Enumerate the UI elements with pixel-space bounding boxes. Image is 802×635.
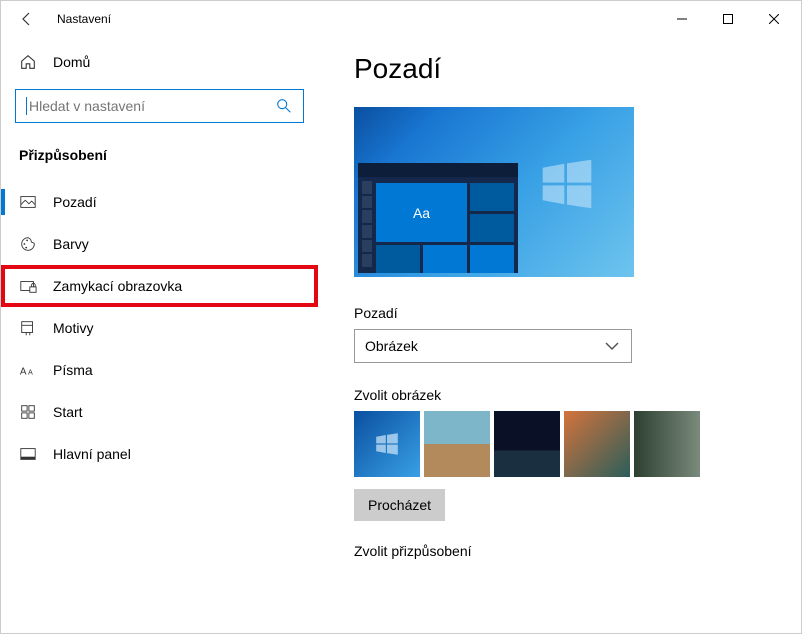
nav-motivy[interactable]: Motivy	[1, 307, 318, 349]
sample-text-tile: Aa	[376, 183, 467, 242]
lock-screen-icon	[19, 277, 37, 295]
choose-picture-label: Zvolit obrázek	[354, 387, 777, 403]
titlebar: Nastavení	[1, 1, 801, 37]
thumbnail-2[interactable]	[424, 411, 490, 477]
nav-pisma[interactable]: AA Písma	[1, 349, 318, 391]
home-label: Domů	[53, 54, 90, 70]
dropdown-value: Obrázek	[365, 338, 418, 354]
chevron-down-icon	[603, 337, 621, 355]
page-title: Pozadí	[354, 53, 777, 85]
close-button[interactable]	[751, 3, 797, 35]
section-heading: Přizpůsobení	[1, 141, 318, 181]
picture-icon	[19, 193, 37, 211]
thumbnail-3[interactable]	[494, 411, 560, 477]
thumbnail-1[interactable]	[354, 411, 420, 477]
svg-text:A: A	[28, 368, 33, 377]
svg-text:A: A	[20, 367, 27, 378]
choose-fit-label: Zvolit přizpůsobení	[354, 543, 777, 559]
content-pane: Pozadí Aa Pozadí Obrázek	[318, 37, 801, 635]
maximize-button[interactable]	[705, 3, 751, 35]
home-icon	[19, 53, 37, 71]
nav-label: Motivy	[53, 320, 93, 336]
nav-label: Zamykací obrazovka	[53, 278, 182, 294]
background-type-dropdown[interactable]: Obrázek	[354, 329, 632, 363]
search-input[interactable]	[15, 89, 304, 123]
sidebar: Domů Přizpůsobení Pozadí Barvy Zamykací …	[1, 37, 318, 635]
minimize-button[interactable]	[659, 3, 705, 35]
nav-label: Hlavní panel	[53, 446, 131, 462]
thumbnail-5[interactable]	[634, 411, 700, 477]
start-icon	[19, 403, 37, 421]
thumbnail-4[interactable]	[564, 411, 630, 477]
search-icon	[275, 97, 293, 115]
nav-barvy[interactable]: Barvy	[1, 223, 318, 265]
home-nav[interactable]: Domů	[1, 43, 318, 81]
nav-label: Písma	[53, 362, 93, 378]
nav-pozadi[interactable]: Pozadí	[1, 181, 318, 223]
nav-zamykaci-obrazovka[interactable]: Zamykací obrazovka	[1, 265, 318, 307]
windows-logo-icon	[540, 157, 594, 211]
nav-label: Barvy	[53, 236, 89, 252]
background-preview: Aa	[354, 107, 634, 277]
preview-start-menu: Aa	[358, 163, 518, 273]
nav-hlavni-panel[interactable]: Hlavní panel	[1, 433, 318, 475]
themes-icon	[19, 319, 37, 337]
search-field[interactable]	[29, 98, 275, 114]
window-title: Nastavení	[57, 12, 111, 26]
background-dropdown-label: Pozadí	[354, 305, 777, 321]
fonts-icon: AA	[19, 361, 37, 379]
nav-label: Start	[53, 404, 83, 420]
picture-thumbnails	[354, 411, 777, 477]
taskbar-icon	[19, 445, 37, 463]
back-button[interactable]	[5, 1, 49, 37]
nav-start[interactable]: Start	[1, 391, 318, 433]
nav-label: Pozadí	[53, 194, 97, 210]
browse-button[interactable]: Procházet	[354, 489, 445, 521]
palette-icon	[19, 235, 37, 253]
